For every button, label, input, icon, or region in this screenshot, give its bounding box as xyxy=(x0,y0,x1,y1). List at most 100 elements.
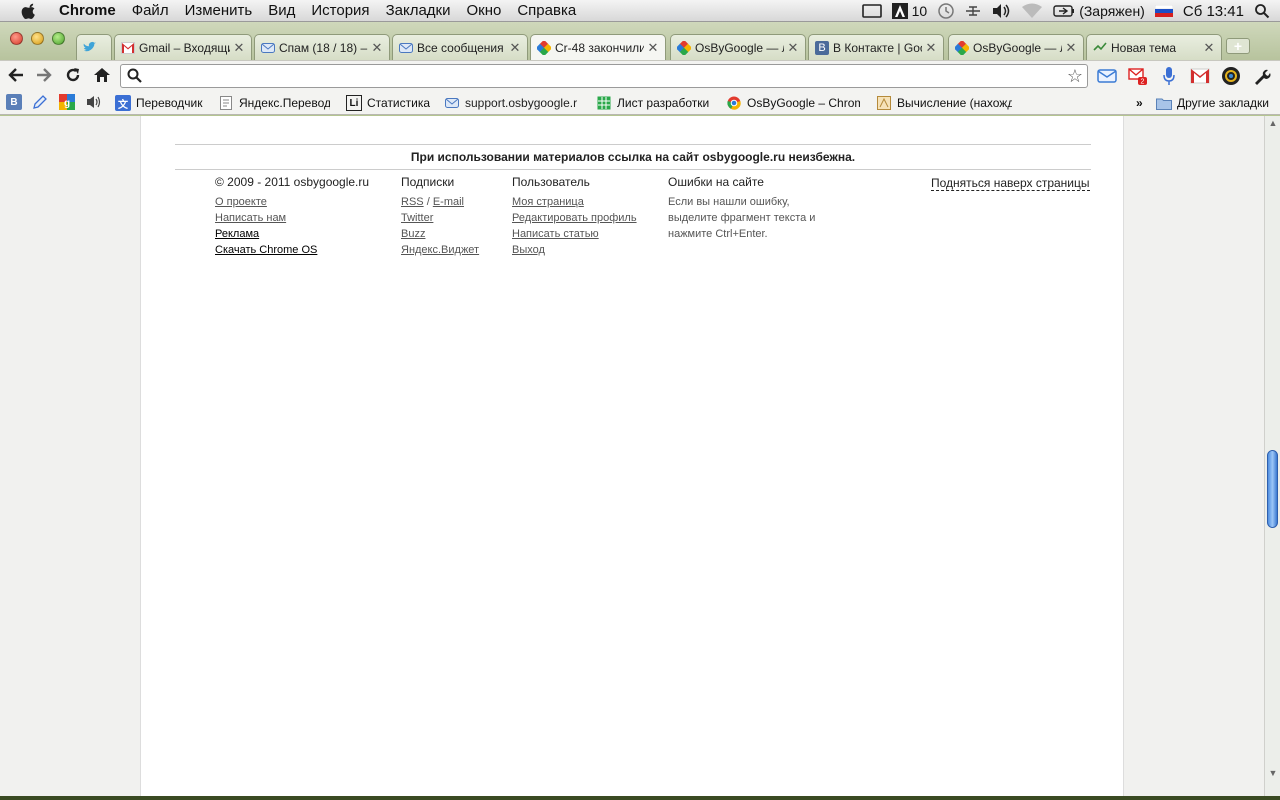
back-button[interactable] xyxy=(6,66,26,86)
menubar-clock[interactable]: Сб 13:41 xyxy=(1183,3,1244,20)
osbygoogle-icon xyxy=(677,40,691,55)
bookmark-label: Статистика xyxy=(367,96,430,110)
menu-history[interactable]: История xyxy=(303,0,377,22)
tab-close-icon[interactable]: ✕ xyxy=(647,40,659,56)
omnibox[interactable]: ☆ xyxy=(120,64,1088,88)
volume-icon[interactable] xyxy=(991,3,1011,19)
footer-errors-title: Ошибки на сайте xyxy=(668,175,764,189)
footer-link-twitter[interactable]: Twitter xyxy=(401,210,479,226)
scroll-up-arrow-icon[interactable]: ▲ xyxy=(1268,118,1278,128)
apple-icon[interactable] xyxy=(19,2,39,20)
tab-gmail[interactable]: Gmail – Входящи ✕ xyxy=(114,34,252,60)
footer-link-logout[interactable]: Выход xyxy=(512,242,637,258)
footer-rss-email-row: RSS / E-mail xyxy=(401,194,479,210)
document-icon xyxy=(218,95,234,111)
tab-close-icon[interactable]: ✕ xyxy=(233,40,245,56)
tab-close-icon[interactable]: ✕ xyxy=(1203,40,1215,56)
bookmark-star-icon[interactable]: ☆ xyxy=(1067,65,1083,87)
forum-icon xyxy=(1093,41,1107,55)
tab-vkontakte[interactable]: B В Контакте | Goo ✕ xyxy=(808,34,944,60)
google-bookmark-icon[interactable]: g xyxy=(59,94,75,110)
time-machine-icon[interactable] xyxy=(937,2,955,20)
footer-link-edit-profile[interactable]: Редактировать профиль xyxy=(512,210,637,226)
tab-close-icon[interactable]: ✕ xyxy=(925,40,937,56)
tab-all-messages[interactable]: Все сообщения – ✕ xyxy=(392,34,528,60)
footer-link-contact[interactable]: Написать нам xyxy=(215,210,369,226)
bookmark-translator[interactable]: 文 Переводчик xyxy=(115,94,207,112)
menu-edit[interactable]: Изменить xyxy=(177,0,261,22)
tab-title: OsByGoogle — лу xyxy=(695,40,784,55)
scrollbar-thumb[interactable] xyxy=(1267,450,1278,528)
gmail-checker-icon[interactable] xyxy=(1190,66,1210,86)
bookmark-statistics[interactable]: Li Статистика xyxy=(346,94,430,112)
footer-column-user: Пользователь Моя страница Редактировать … xyxy=(512,174,637,258)
tab-close-icon[interactable]: ✕ xyxy=(787,40,799,56)
footer-link-buzz[interactable]: Buzz xyxy=(401,226,479,242)
scroll-down-arrow-icon[interactable]: ▼ xyxy=(1268,768,1278,778)
bookmark-support-osbygoogle[interactable]: support.osbygoogle.r xyxy=(444,94,580,112)
menu-window[interactable]: Окно xyxy=(458,0,509,22)
vk-bookmark-icon[interactable]: B xyxy=(6,94,22,110)
bookmarks-overflow-chevron[interactable]: » xyxy=(1136,94,1148,112)
tab-close-icon[interactable]: ✕ xyxy=(509,40,521,56)
address-input[interactable] xyxy=(149,67,1049,85)
other-bookmarks-folder[interactable]: Другие закладки xyxy=(1156,94,1276,112)
tab-title: В Контакте | Goo xyxy=(833,40,922,55)
footer-subscriptions-title: Подписки xyxy=(401,175,455,189)
vertical-scrollbar[interactable]: ▲ ▼ xyxy=(1264,116,1280,796)
window-zoom-button[interactable] xyxy=(52,32,65,45)
mail-checker-icon[interactable] xyxy=(1097,66,1117,86)
footer-link-my-page[interactable]: Моя страница xyxy=(512,194,637,210)
footer-link-rss[interactable]: RSS xyxy=(401,196,424,208)
microphone-icon[interactable] xyxy=(1159,66,1179,86)
display-icon[interactable] xyxy=(861,4,882,18)
camera-extension-icon[interactable] xyxy=(1221,66,1241,86)
menu-file[interactable]: Файл xyxy=(124,0,177,22)
russian-flag-icon[interactable] xyxy=(1154,5,1173,17)
search-icon xyxy=(127,68,143,87)
forward-button[interactable] xyxy=(34,66,54,86)
menu-app-name[interactable]: Chrome xyxy=(53,0,124,22)
tab-new-topic[interactable]: Новая тема ✕ xyxy=(1086,34,1222,60)
new-tab-button[interactable]: + xyxy=(1226,38,1250,54)
scroll-to-top-link[interactable]: Подняться наверх страницы xyxy=(931,176,1090,191)
tab-close-icon[interactable]: ✕ xyxy=(371,40,383,56)
bookmark-yandex-translate[interactable]: Яндекс.Перевод xyxy=(218,94,330,112)
tab-cr48-active[interactable]: Cr-48 закончили ✕ xyxy=(530,34,666,60)
tab-spam[interactable]: Спам (18 / 18) – ✕ xyxy=(254,34,390,60)
speaker-bookmark-icon[interactable] xyxy=(86,94,102,110)
menu-view[interactable]: Вид xyxy=(260,0,303,22)
footer-link-advertising[interactable]: Реклама xyxy=(215,226,369,242)
pencil-bookmark-icon[interactable] xyxy=(32,94,48,110)
network-icon[interactable] xyxy=(965,4,981,18)
footer-link-write-article[interactable]: Написать статью xyxy=(512,226,637,242)
menu-bookmarks[interactable]: Закладки xyxy=(378,0,459,22)
tab-osbygoogle-2[interactable]: OsByGoogle — лу ✕ xyxy=(948,34,1084,60)
bookmark-osbygoogle-chrome[interactable]: OsByGoogle – Chrom xyxy=(726,94,860,112)
spotlight-icon[interactable] xyxy=(1254,3,1270,19)
reload-button[interactable] xyxy=(63,66,83,86)
gmail-icon xyxy=(121,41,135,55)
footer-link-download-chrome-os[interactable]: Скачать Chrome OS xyxy=(215,242,369,258)
tab-close-icon[interactable]: ✕ xyxy=(1065,40,1077,56)
tab-osbygoogle[interactable]: OsByGoogle — лу ✕ xyxy=(670,34,806,60)
wrench-icon[interactable] xyxy=(1252,66,1272,86)
footer-link-about[interactable]: О проекте xyxy=(215,194,369,210)
folder-icon xyxy=(1156,95,1172,111)
tab-twitter[interactable] xyxy=(76,34,112,60)
window-minimize-button[interactable] xyxy=(31,32,44,45)
footer-link-yandex-widget[interactable]: Яндекс.Виджет xyxy=(401,242,479,258)
yandex-mail-icon[interactable]: 2 xyxy=(1128,66,1148,86)
bookmark-dev-sheet[interactable]: Лист разработки xyxy=(596,94,712,112)
menu-help[interactable]: Справка xyxy=(509,0,584,22)
battery-icon[interactable]: (Заряжен) xyxy=(1053,3,1145,19)
adobe-updater-icon[interactable]: 10 xyxy=(891,3,927,19)
home-button[interactable] xyxy=(92,66,112,86)
bookmark-computation[interactable]: Вычисление (нахожд xyxy=(876,94,1012,112)
wifi-icon[interactable] xyxy=(1021,3,1043,19)
bookmark-label: Яндекс.Перевод xyxy=(239,96,330,110)
mail-icon xyxy=(261,41,275,55)
window-close-button[interactable] xyxy=(10,32,23,45)
bookmark-label: OsByGoogle – Chrom xyxy=(747,96,860,110)
footer-link-email[interactable]: E-mail xyxy=(433,196,464,208)
